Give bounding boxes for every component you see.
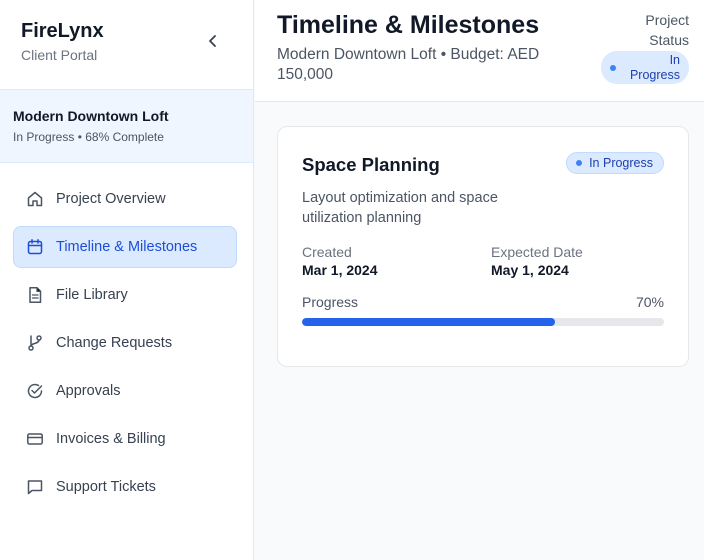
milestone-status-text: In Progress (589, 156, 653, 170)
chevron-left-icon (209, 35, 216, 47)
home-icon (25, 189, 45, 209)
sidebar-item-label: Support Tickets (56, 479, 156, 495)
milestone-card[interactable]: Space Planning In Progress Layout optimi… (277, 126, 689, 367)
sidebar-item-timeline-milestones[interactable]: Timeline & Milestones (13, 226, 237, 268)
project-meta: In Progress • 68% Complete (13, 130, 164, 144)
progress-value: 70% (635, 294, 664, 310)
sidebar-item-change-requests[interactable]: Change Requests (13, 322, 237, 364)
sidebar-item-support-tickets[interactable]: Support Tickets (13, 466, 237, 508)
brand: FireLynx Client Portal (21, 20, 104, 63)
current-project[interactable]: Modern Downtown Loft In Progress • 68% C… (0, 89, 253, 163)
sidebar-item-label: File Library (56, 287, 128, 303)
calendar-icon (25, 237, 45, 257)
git-branch-icon (25, 333, 45, 353)
project-status-label: Project Status (645, 12, 689, 48)
project-status-value: In Progress (629, 52, 680, 82)
milestone-description: Layout optimization and space utilizatio… (302, 190, 498, 226)
expected-label: Expected Date (491, 244, 583, 260)
message-icon (25, 477, 45, 497)
brand-subtitle: Client Portal (21, 47, 98, 63)
page-subtitle: Modern Downtown Loft • Budget: AED 150,0… (277, 46, 540, 83)
milestone-title: Space Planning (302, 154, 440, 175)
progress-bar-fill (302, 318, 556, 326)
check-circle-icon (25, 381, 45, 401)
page-header: Timeline & Milestones Modern Downtown Lo… (255, 0, 704, 102)
sidebar-item-project-overview[interactable]: Project Overview (13, 178, 237, 220)
status-dot-icon (576, 160, 583, 166)
expected-date: Expected Date May 1, 2024 (491, 244, 583, 279)
milestone-status-badge: In Progress (566, 152, 664, 174)
page-title: Timeline & Milestones (277, 11, 540, 39)
progress-bar (302, 318, 664, 326)
project-status-badge: In Progress (601, 51, 689, 84)
project-name: Modern Downtown Loft (13, 108, 169, 124)
sidebar-item-invoices-billing[interactable]: Invoices & Billing (13, 418, 237, 460)
collapse-sidebar-button[interactable] (201, 29, 225, 53)
sidebar-item-file-library[interactable]: File Library (13, 274, 237, 316)
file-icon (25, 285, 45, 305)
status-dot-icon (610, 64, 616, 71)
sidebar-item-label: Change Requests (56, 335, 173, 351)
progress-label: Progress (302, 294, 359, 310)
sidebar: FireLynx Client Portal Modern Downtown L… (0, 0, 254, 560)
sidebar-item-label: Timeline & Milestones (56, 239, 198, 255)
sidebar-nav: Project Overview Timeline & Milestones F… (13, 178, 237, 514)
sidebar-item-label: Approvals (56, 383, 121, 399)
created-label: Created (302, 244, 352, 260)
created-value: Mar 1, 2024 (302, 262, 378, 278)
sidebar-item-label: Project Overview (56, 191, 166, 207)
brand-name: FireLynx (21, 20, 104, 42)
sidebar-item-label: Invoices & Billing (56, 431, 166, 447)
credit-card-icon (25, 429, 45, 449)
sidebar-item-approvals[interactable]: Approvals (13, 370, 237, 412)
created-date: Created Mar 1, 2024 (302, 244, 378, 279)
expected-value: May 1, 2024 (491, 262, 569, 278)
